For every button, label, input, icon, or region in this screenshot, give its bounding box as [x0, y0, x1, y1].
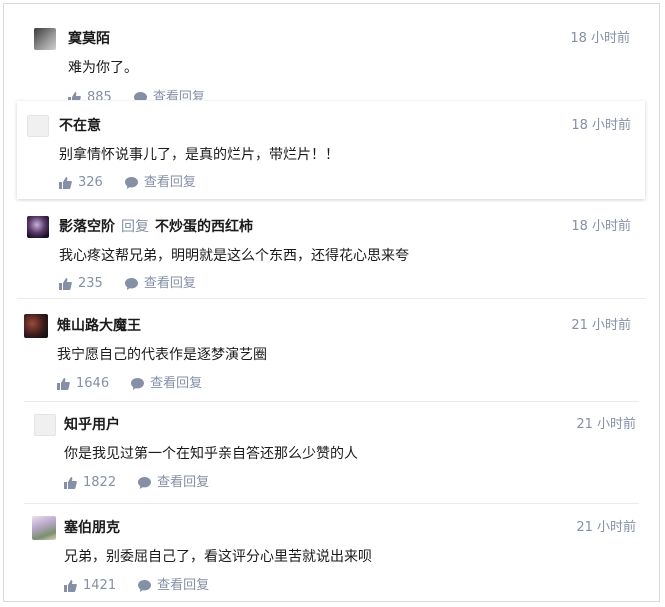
- view-reply-button[interactable]: 查看回复: [124, 274, 196, 294]
- avatar[interactable]: [34, 28, 56, 50]
- comment-card-6: 塞伯朋克 21 小时前 兄弟，别委屈自己了，看这评分心里苦就说出来呗 1421 …: [24, 506, 644, 600]
- comment-card-2: 不在意 18 小时前 别拿情怀说事儿了，是真的烂片，带烂片！！ 326 查看回复: [17, 101, 645, 199]
- comment-card-1: 寞莫陌 18 小时前 难为你了。 885 查看回复: [24, 20, 644, 100]
- thumbs-up-icon: [59, 177, 72, 189]
- comment-bubble-icon: [133, 92, 147, 100]
- comment-bubble-icon: [138, 477, 152, 489]
- like-button[interactable]: 1646: [57, 374, 109, 394]
- avatar[interactable]: [32, 516, 56, 540]
- comment-time: 18 小时前: [570, 31, 630, 46]
- comment-author[interactable]: 塞伯朋克: [64, 518, 120, 538]
- comment-card-3: 影落空阶 回复 不炒蛋的西红柿 18 小时前 我心疼这帮兄弟，明明就是这么个东西，还…: [17, 202, 645, 298]
- comment-author[interactable]: 不在意: [59, 116, 101, 136]
- comment-text: 我心疼这帮兄弟，明明就是这么个东西，还得花心思来夸: [59, 248, 409, 264]
- view-reply-button[interactable]: 查看回复: [133, 88, 205, 100]
- comment-time: 21 小时前: [576, 417, 636, 432]
- view-reply-button[interactable]: 查看回复: [138, 576, 209, 596]
- comment-text: 别拿情怀说事儿了，是真的烂片，带烂片！！: [59, 147, 339, 163]
- like-button[interactable]: 885: [68, 88, 112, 100]
- like-button[interactable]: 326: [59, 173, 103, 193]
- thumbs-up-icon: [57, 378, 70, 390]
- comment-text: 你是我见过第一个在知乎亲自答还那么少赞的人: [64, 446, 358, 462]
- view-reply-button[interactable]: 查看回复: [124, 173, 196, 193]
- like-count: 1646: [76, 376, 110, 391]
- comment-bubble-icon: [138, 580, 152, 592]
- comment-time: 21 小时前: [576, 520, 636, 535]
- comment-card-5: 知乎用户 21 小时前 你是我见过第一个在知乎亲自答还那么少赞的人 1822 查…: [24, 404, 644, 500]
- screenshot-frame: 寞莫陌 18 小时前 难为你了。 885 查看回复 不在意 18 小时前 别拿情…: [3, 3, 660, 602]
- thumbs-up-icon: [64, 580, 77, 592]
- comment-author[interactable]: 寞莫陌: [68, 29, 110, 49]
- view-reply-label: 查看回复: [157, 578, 210, 593]
- comment-time: 18 小时前: [571, 118, 631, 133]
- comment-author[interactable]: 雉山路大魔王: [57, 316, 141, 336]
- like-count: 235: [78, 276, 103, 291]
- avatar[interactable]: [24, 314, 48, 338]
- divider: [17, 298, 645, 299]
- comment-text: 难为你了。: [68, 60, 138, 76]
- comment-actions: 1822 查看回复: [64, 473, 209, 493]
- comment-bubble-icon: [124, 278, 138, 290]
- like-count: 885: [87, 90, 112, 100]
- comment-text: 兄弟，别委屈自己了，看这评分心里苦就说出来呗: [64, 549, 372, 565]
- divider: [24, 503, 639, 504]
- divider: [24, 401, 639, 402]
- like-button[interactable]: 1822: [64, 473, 116, 493]
- comment-card-4: 雉山路大魔王 21 小时前 我宁愿自己的代表作是逐梦演艺圈 1646 查看回复: [10, 302, 655, 398]
- avatar[interactable]: [27, 216, 49, 238]
- comment-time: 21 小时前: [571, 318, 631, 333]
- comment-time: 18 小时前: [571, 219, 631, 234]
- view-reply-label: 查看回复: [150, 376, 203, 391]
- comment-actions: 235 查看回复: [59, 274, 196, 294]
- comment-text: 我宁愿自己的代表作是逐梦演艺圈: [57, 347, 267, 363]
- thumbs-up-icon: [59, 278, 72, 290]
- comment-bubble-icon: [124, 177, 138, 189]
- thumbs-up-icon: [68, 92, 81, 100]
- thumbs-up-icon: [64, 477, 77, 489]
- comment-bubble-icon: [131, 378, 145, 390]
- avatar[interactable]: [34, 414, 56, 436]
- view-reply-label: 查看回复: [143, 276, 196, 291]
- reply-word: 回复: [121, 219, 149, 235]
- like-button[interactable]: 1421: [64, 576, 116, 596]
- like-button[interactable]: 235: [59, 274, 103, 294]
- comment-author: 影落空阶 回复 不炒蛋的西红柿: [59, 217, 253, 237]
- reply-to-user[interactable]: 不炒蛋的西红柿: [155, 219, 253, 235]
- comment-actions: 885 查看回复: [68, 88, 205, 100]
- avatar[interactable]: [27, 115, 49, 137]
- comment-actions: 1421 查看回复: [64, 576, 209, 596]
- comment-author[interactable]: 知乎用户: [64, 415, 120, 435]
- view-reply-label: 查看回复: [143, 175, 196, 190]
- view-reply-label: 查看回复: [152, 90, 205, 100]
- comment-actions: 1646 查看回复: [57, 374, 202, 394]
- comment-author-name[interactable]: 影落空阶: [59, 219, 115, 235]
- like-count: 1822: [83, 475, 117, 490]
- like-count: 326: [78, 175, 103, 190]
- view-reply-label: 查看回复: [157, 475, 210, 490]
- comment-actions: 326 查看回复: [59, 173, 196, 193]
- view-reply-button[interactable]: 查看回复: [138, 473, 209, 493]
- view-reply-button[interactable]: 查看回复: [131, 374, 202, 394]
- like-count: 1421: [83, 578, 117, 593]
